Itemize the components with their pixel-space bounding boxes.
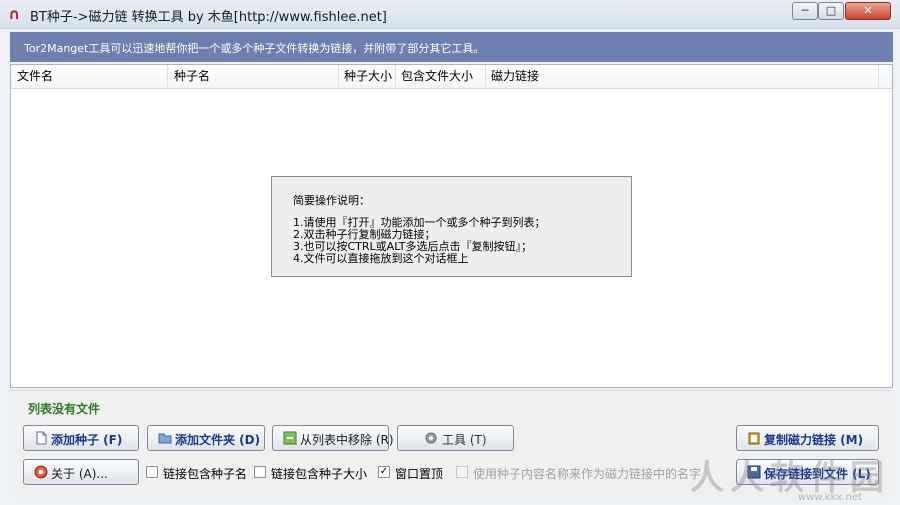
column-header-content-size[interactable]: 包含文件大小 <box>396 65 486 89</box>
checkbox-box[interactable] <box>254 466 266 478</box>
list-header: 文件名 种子名 种子大小 包含文件大小 磁力链接 <box>11 65 892 89</box>
checkbox-box[interactable]: ✓ <box>378 466 390 478</box>
add-folder-label: 添加文件夹 (D) <box>175 433 261 447</box>
watermark-logo: 人人软件园 <box>690 458 890 498</box>
checkbox-box[interactable] <box>146 466 158 478</box>
folder-icon <box>158 433 172 444</box>
banner-text: Tor2Manget工具可以迅速地帮你把一个或多个种子文件转换为链接，并附带了部… <box>24 42 485 55</box>
minimize-button[interactable]: ─ <box>792 2 818 20</box>
title-bar: ∩ BT种子->磁力链 转换工具 by 木鱼[http://www.fishle… <box>0 0 900 29</box>
gear-icon <box>425 432 437 444</box>
remove-label: 从列表中移除 (R) <box>300 433 394 447</box>
copy-magnet-label: 复制磁力链接 (M) <box>764 433 864 447</box>
remove-icon <box>283 431 297 445</box>
window-top-label: 窗口置顶 <box>395 467 444 481</box>
checkbox-box <box>456 466 468 478</box>
column-header-torrent-size[interactable]: 种子大小 <box>339 65 396 89</box>
add-torrent-button[interactable]: 添加种子 (F) <box>23 425 139 451</box>
tools-label: 工具 (T) <box>442 433 487 447</box>
include-name-label: 链接包含种子名 <box>163 467 248 481</box>
clipboard-icon <box>748 432 760 445</box>
tools-button[interactable]: 工具 (T) <box>397 425 514 451</box>
document-icon <box>36 431 47 445</box>
about-label: 关于 (A)... <box>51 467 108 481</box>
maximize-button[interactable]: □ <box>818 2 844 20</box>
column-header-torrent-name[interactable]: 种子名 <box>168 65 339 89</box>
help-line: 4.文件可以直接拖放到这个对话框上 <box>293 252 469 265</box>
help-box: 简要操作说明： 1.请使用『打开』功能添加一个或多个种子到列表； 2.双击种子行… <box>271 176 632 277</box>
include-size-label: 链接包含种子大小 <box>271 467 368 481</box>
close-button[interactable]: ✕ <box>845 2 891 20</box>
torrent-list[interactable]: 文件名 种子名 种子大小 包含文件大小 磁力链接 简要操作说明： 1.请使用『打… <box>10 64 893 388</box>
add-folder-button[interactable]: 添加文件夹 (D) <box>147 425 265 451</box>
column-header-filename[interactable]: 文件名 <box>11 65 168 89</box>
remove-from-list-button[interactable]: 从列表中移除 (R) <box>272 425 394 451</box>
help-title: 简要操作说明： <box>293 194 370 207</box>
about-button[interactable]: 关于 (A)... <box>23 459 139 485</box>
window-title: BT种子->磁力链 转换工具 by 木鱼[http://www.fishlee.… <box>30 10 387 25</box>
watermark-url: www.kkx.net <box>798 492 862 503</box>
magnet-icon: ∩ <box>8 5 21 23</box>
use-content-name-label: 使用种子内容名称来作为磁力链接中的名字 <box>473 467 702 481</box>
column-header-magnet-link[interactable]: 磁力链接 <box>486 65 879 89</box>
add-torrent-label: 添加种子 (F) <box>51 433 123 447</box>
lifebuoy-icon <box>34 465 48 479</box>
info-banner: Tor2Manget工具可以迅速地帮你把一个或多个种子文件转换为链接，并附带了部… <box>10 32 893 62</box>
copy-magnet-button[interactable]: 复制磁力链接 (M) <box>736 425 879 451</box>
status-text: 列表没有文件 <box>28 402 101 416</box>
